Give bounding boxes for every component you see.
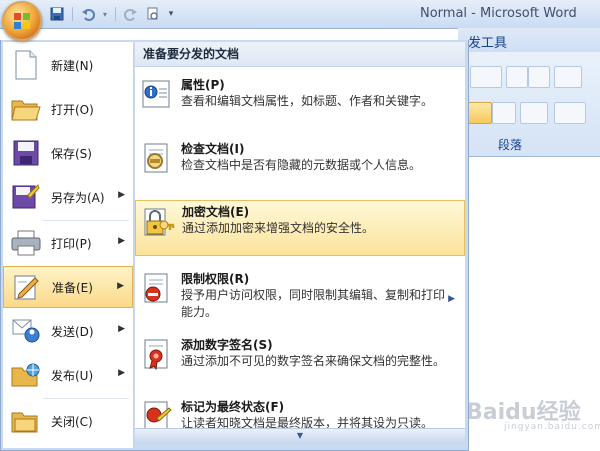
office-menu-commands: 新建(N) 打开(O) 保存(S) 另存为(A) ▶ 打印(P) ▶ 准备(E)… [3, 42, 134, 448]
window-title: Normal - Microsoft Word [420, 6, 577, 21]
menu-item-label: 发布(U) [51, 368, 94, 383]
submenu-item-digital-signature[interactable]: 添加数字签名(S) 通过添加不可见的数字签名来确保文档的完整性。 [135, 334, 465, 392]
ribbon: 段落 [458, 52, 600, 157]
printer-icon [9, 226, 43, 260]
save-floppy-icon [9, 136, 43, 170]
list-style-button[interactable] [470, 66, 502, 88]
menu-item-open[interactable]: 打开(O) [3, 88, 133, 130]
qat-dropdown-icon[interactable]: ▾ [166, 5, 176, 23]
restrict-permission-icon [141, 272, 175, 306]
submenu-arrow-icon: ▶ [117, 281, 124, 291]
submenu-item-desc: 通过添加不可见的数字签名来确保文档的完整性。 [181, 354, 446, 368]
menu-item-prepare[interactable]: 准备(E) ▶ [3, 266, 133, 308]
menu-item-save[interactable]: 保存(S) [3, 132, 133, 174]
quick-access-toolbar: ▾ ▾ [48, 4, 176, 24]
submenu-item-inspect[interactable]: 检查文档(I) 检查文档中是否有隐藏的元数据或个人信息。 [135, 138, 465, 194]
shading-button[interactable] [554, 102, 586, 124]
submenu-item-restrict[interactable]: 限制权限(R) 授予用户访问权限，同时限制其编辑、复制和打印能力。 ▶ [135, 268, 465, 330]
save-icon[interactable] [48, 5, 66, 23]
menu-item-label: 保存(S) [51, 146, 92, 161]
menu-item-label: 打印(P) [51, 236, 92, 251]
menu-item-send[interactable]: 发送(D) ▶ [3, 310, 133, 352]
submenu-item-mark-final[interactable]: 标记为最终状态(F) 让读者知晓文档是最终版本，并将其设为只读。 [135, 396, 465, 428]
submenu-item-title: 添加数字签名(S) [181, 338, 273, 352]
office-button[interactable] [2, 1, 42, 41]
submenu-item-desc: 授予用户访问权限，同时限制其编辑、复制和打印能力。 [181, 288, 446, 319]
menu-item-label: 打开(O) [51, 102, 94, 117]
menu-item-print[interactable]: 打印(P) ▶ [3, 222, 133, 264]
office-menu: 新建(N) 打开(O) 保存(S) 另存为(A) ▶ 打印(P) ▶ 准备(E)… [0, 40, 469, 451]
save-as-icon [9, 180, 43, 214]
ribbon-tab-developer[interactable]: 发工具 [458, 28, 600, 52]
menu-item-label: 另存为(A) [51, 190, 105, 205]
submenu-arrow-icon: ▶ [118, 190, 125, 200]
prepare-pencil-icon [10, 270, 44, 304]
submenu-item-title: 限制权限(R) [181, 272, 250, 286]
submenu-item-title: 检查文档(I) [181, 142, 245, 156]
justify-button[interactable] [468, 102, 492, 124]
redo-icon[interactable] [122, 5, 140, 23]
submenu-item-desc: 让读者知晓文档是最终版本，并将其设为只读。 [181, 416, 434, 428]
new-document-icon [9, 48, 43, 82]
submenu-item-title: 属性(P) [181, 78, 225, 92]
sort-button[interactable] [554, 66, 582, 88]
encrypt-lock-icon [142, 205, 176, 239]
inspect-document-icon [141, 142, 175, 176]
line-spacing-button[interactable] [520, 102, 548, 124]
print-preview-icon[interactable] [144, 5, 162, 23]
chevron-down-icon: ▼ [296, 430, 304, 440]
menu-item-save-as[interactable]: 另存为(A) ▶ [3, 176, 133, 218]
menu-item-close[interactable]: 关闭(C) [3, 400, 133, 442]
submenu-arrow-icon: ▶ [118, 368, 125, 378]
close-folder-icon [9, 404, 43, 438]
submenu-arrow-icon: ▶ [448, 294, 455, 304]
submenu-item-desc: 检查文档中是否有隐藏的元数据或个人信息。 [181, 158, 422, 172]
submenu-item-title: 标记为最终状态(F) [181, 400, 285, 414]
submenu-item-desc: 通过添加加密来增强文档的安全性。 [182, 221, 375, 235]
watermark-sub: jingyan.baidu.com [504, 422, 600, 432]
open-folder-icon [9, 92, 43, 126]
menu-item-label: 准备(E) [52, 280, 93, 295]
submenu-item-encrypt[interactable]: 加密文档(E) 通过添加加密来增强文档的安全性。 [135, 200, 465, 256]
watermark: Baidu经验 jingyan.baidu.com [466, 394, 600, 432]
ribbon-tab-label: 发工具 [468, 36, 508, 51]
prepare-submenu-panel: 准备要分发的文档 属性(P) 查看和编辑文档属性，如标题、作者和关键字。 检查文… [135, 42, 465, 428]
menu-item-label: 关闭(C) [51, 414, 93, 429]
panel-title: 准备要分发的文档 [135, 42, 465, 67]
office-logo-icon [14, 13, 30, 29]
submenu-scroll-down-button[interactable]: ▼ [135, 428, 465, 441]
distribute-button[interactable] [492, 102, 516, 124]
decrease-indent-button[interactable] [506, 66, 528, 88]
submenu-arrow-icon: ▶ [118, 236, 125, 246]
undo-dropdown-icon[interactable]: ▾ [101, 5, 109, 23]
paragraph-group-label: 段落 [498, 138, 523, 152]
menu-item-label: 发送(D) [51, 324, 94, 339]
menu-item-label: 新建(N) [51, 58, 94, 73]
title-bar: ▾ ▾ Normal - Microsoft Word [0, 0, 600, 29]
menu-item-new[interactable]: 新建(N) [3, 44, 133, 86]
digital-signature-icon [141, 338, 175, 372]
submenu-item-title: 加密文档(E) [182, 205, 250, 219]
mark-final-icon [141, 400, 175, 428]
properties-icon [141, 78, 175, 112]
submenu-item-properties[interactable]: 属性(P) 查看和编辑文档属性，如标题、作者和关键字。 [135, 74, 465, 130]
menu-item-publish[interactable]: 发布(U) ▶ [3, 354, 133, 396]
increase-indent-button[interactable] [528, 66, 550, 88]
send-icon [9, 314, 43, 348]
undo-icon[interactable] [79, 5, 97, 23]
submenu-arrow-icon: ▶ [118, 324, 125, 334]
submenu-item-desc: 查看和编辑文档属性，如标题、作者和关键字。 [181, 94, 434, 108]
publish-icon [9, 358, 43, 392]
